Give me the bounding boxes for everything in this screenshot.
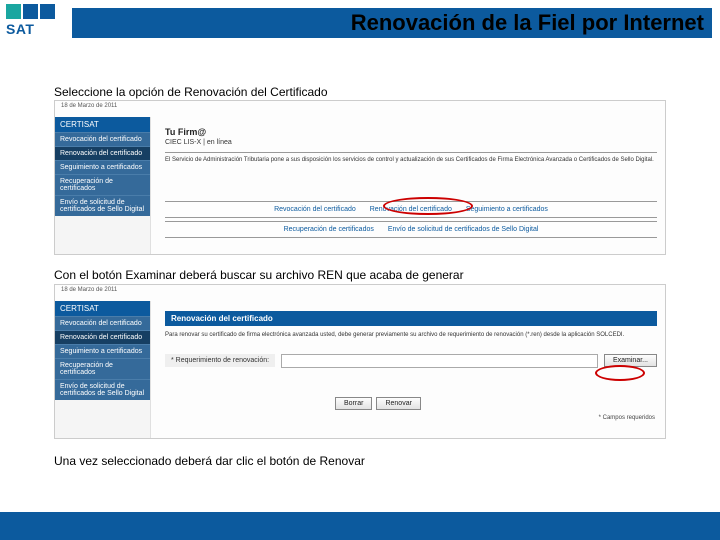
section-title: Renovación del certificado: [165, 311, 657, 326]
sidebar-item-renovacion[interactable]: Renovación del certificado: [55, 146, 150, 160]
screenshot-1: 18 de Marzo de 2011 CERTISAT Revocación …: [54, 100, 666, 255]
borrar-button[interactable]: Borrar: [335, 397, 372, 410]
shot2-content: Renovación del certificado Para renovar …: [165, 311, 657, 368]
sidebar-item-seguimiento[interactable]: Seguimiento a certificados: [55, 344, 150, 358]
shot1-date: 18 de Marzo de 2011: [61, 103, 117, 109]
shot1-content: Tu Firm@ CIEC LIS-X | en línea El Servic…: [165, 127, 657, 165]
sidebar-item-renovacion[interactable]: Renovación del certificado: [55, 330, 150, 344]
renovar-button[interactable]: Renovar: [376, 397, 420, 410]
sidebar-item-envio[interactable]: Envío de solicitud de certificados de Se…: [55, 195, 150, 216]
footer-bar: [0, 512, 720, 540]
content-title: Tu Firm@: [165, 127, 657, 137]
sidebar-item-recuperacion[interactable]: Recuperación de certificados: [55, 358, 150, 379]
sidebar-item-envio[interactable]: Envío de solicitud de certificados de Se…: [55, 379, 150, 400]
ren-file-input[interactable]: [281, 354, 598, 368]
section-desc: Para renovar su certificado de firma ele…: [165, 332, 657, 340]
examinar-button[interactable]: Examinar...: [604, 354, 657, 367]
divider: [165, 152, 657, 153]
link-recuperacion[interactable]: Recuperación de certificados: [284, 226, 374, 233]
link-revocacion[interactable]: Revocación del certificado: [274, 206, 356, 213]
sidebar-head: CERTISAT: [55, 117, 150, 132]
content-sub: CIEC LIS-X | en línea: [165, 139, 657, 146]
field-row: * Requerimiento de renovación: Examinar.…: [165, 354, 657, 368]
shot2-sidebar: CERTISAT Revocación del certificado Reno…: [55, 301, 151, 438]
page-title: Renovación de la Fiel por Internet: [0, 10, 712, 36]
instruction-3: Una vez seleccionado deberá dar clic el …: [54, 454, 365, 468]
content-desc: El Servicio de Administración Tributaria…: [165, 157, 657, 165]
header: SAT Renovación de la Fiel por Internet: [0, 0, 720, 42]
field-label: * Requerimiento de renovación:: [165, 354, 275, 367]
sidebar-item-recuperacion[interactable]: Recuperación de certificados: [55, 174, 150, 195]
sidebar-head: CERTISAT: [55, 301, 150, 316]
instruction-2: Con el botón Examinar deberá buscar su a…: [54, 268, 464, 282]
sidebar-item-seguimiento[interactable]: Seguimiento a certificados: [55, 160, 150, 174]
sidebar-item-revocacion[interactable]: Revocación del certificado: [55, 316, 150, 330]
button-row: Borrar Renovar: [335, 397, 421, 410]
link-envio[interactable]: Envío de solicitud de certificados de Se…: [388, 226, 539, 233]
instruction-1: Seleccione la opción de Renovación del C…: [54, 85, 328, 99]
screenshot-2: 18 de Marzo de 2011 CERTISAT Revocación …: [54, 284, 666, 439]
link-row-2: Recuperación de certificados Envío de so…: [165, 221, 657, 238]
link-row-1: Revocación del certificado Renovación de…: [165, 201, 657, 218]
shot1-sidebar: CERTISAT Revocación del certificado Reno…: [55, 117, 151, 254]
required-note: * Campos requeridos: [599, 415, 655, 421]
link-renovacion[interactable]: Renovación del certificado: [370, 206, 452, 213]
shot2-date: 18 de Marzo de 2011: [61, 287, 117, 293]
sidebar-item-revocacion[interactable]: Revocación del certificado: [55, 132, 150, 146]
link-seguimiento[interactable]: Seguimiento a certificados: [466, 206, 548, 213]
